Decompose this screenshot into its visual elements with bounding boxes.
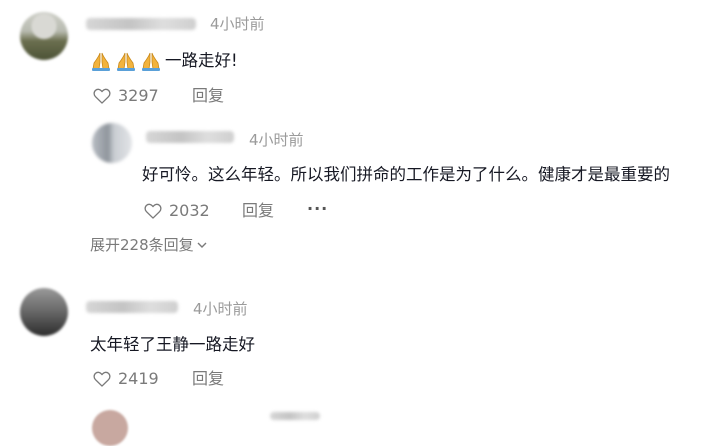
username-blurred[interactable]	[86, 301, 178, 313]
comment-text: 太年轻了王静一路走好	[90, 335, 255, 354]
comment-text: 一路走好!	[90, 49, 238, 73]
more-options-button[interactable]: ···	[307, 199, 328, 219]
expand-replies-label: 展开228条回复	[90, 236, 194, 254]
comment-timestamp: 4小时前	[210, 15, 265, 33]
avatar[interactable]	[92, 410, 128, 446]
username-blurred[interactable]	[86, 18, 196, 30]
heart-icon	[93, 88, 111, 104]
comment-timestamp: 4小时前	[193, 300, 248, 318]
avatar[interactable]	[20, 288, 68, 336]
expand-replies-link[interactable]: 展开228条回复	[90, 235, 208, 255]
comment-text: 好可怜。这么年轻。所以我们拼命的工作是为了什么。健康才是最重要的	[142, 165, 670, 184]
avatar[interactable]	[92, 123, 132, 163]
reply-button[interactable]: 回复	[242, 201, 274, 221]
like-count: 2032	[169, 201, 210, 220]
username-blurred[interactable]	[270, 412, 320, 420]
folded-hands-icon	[92, 52, 110, 71]
avatar[interactable]	[20, 12, 68, 60]
comment-text-body: 一路走好!	[165, 51, 238, 70]
heart-icon	[93, 371, 111, 387]
chevron-down-icon	[197, 242, 207, 248]
like-count: 3297	[118, 86, 159, 105]
reply-button[interactable]: 回复	[192, 369, 224, 389]
like-button[interactable]: 2419	[92, 369, 159, 389]
like-count: 2419	[118, 369, 159, 388]
folded-hands-icon	[142, 52, 160, 71]
reply-button[interactable]: 回复	[192, 86, 224, 106]
like-button[interactable]: 3297	[92, 86, 159, 106]
like-button[interactable]: 2032	[143, 201, 210, 221]
heart-icon	[144, 203, 162, 219]
username-blurred[interactable]	[146, 131, 234, 143]
folded-hands-icon	[117, 52, 135, 71]
comment-timestamp: 4小时前	[249, 131, 304, 149]
